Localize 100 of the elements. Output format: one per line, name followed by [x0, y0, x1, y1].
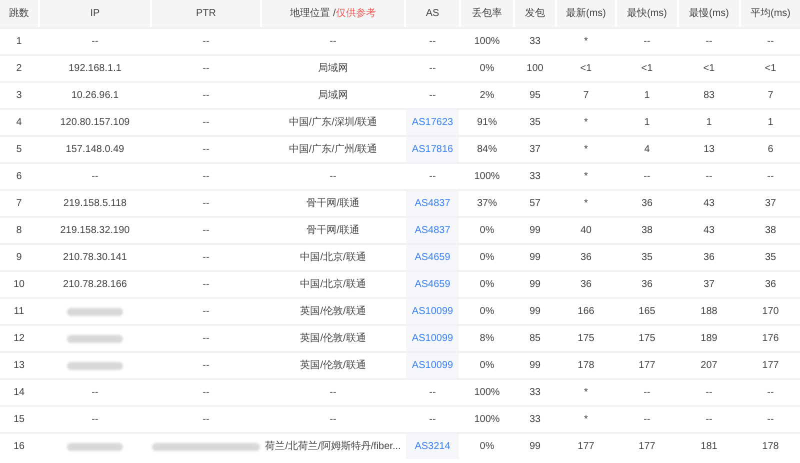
table-cell-text: 6 [15, 170, 23, 184]
table-cell-text: -- [328, 386, 338, 400]
table-cell-text: 0% [478, 251, 496, 265]
table-cell-text: 33 [528, 386, 542, 400]
table-cell-text: 176 [761, 332, 780, 346]
table-cell-text: 6 [766, 143, 774, 157]
table-cell-text: 100% [473, 170, 501, 184]
table-cell-text: 4 [643, 143, 651, 157]
table-cell-text: 0% [478, 62, 496, 76]
as-link[interactable]: AS10099 [406, 353, 459, 378]
as-link[interactable]: AS4659 [406, 272, 459, 297]
table-cell-text: 11 [12, 305, 26, 319]
table-cell-text: 16 [12, 440, 26, 454]
table-cell-text: -- [202, 143, 210, 157]
table-cell-text: 35 [640, 251, 654, 265]
table-cell-text: -- [642, 35, 652, 49]
table-cell-text: 100% [473, 386, 501, 400]
table-cell-text: 8% [478, 332, 496, 346]
table-cell-text: 36 [579, 251, 593, 265]
table-cell-text: -- [704, 170, 714, 184]
table-cell-text: -- [202, 224, 210, 238]
table-cell-text: 1 [766, 116, 774, 130]
as-link[interactable]: AS17623 [406, 110, 459, 135]
table-cell-text: 95 [528, 89, 542, 103]
table-cell-text: -- [428, 89, 437, 103]
table-cell-text: 83 [702, 89, 716, 103]
table-cell-text: 9 [15, 251, 23, 265]
table-cell-text: 7 [582, 89, 590, 103]
table-cell-text: 188 [700, 305, 718, 319]
table-cell-text: 178 [576, 359, 596, 373]
table-cell-text: 0% [478, 278, 496, 292]
table-cell-text: 15 [12, 413, 26, 427]
table-cell-text: 局域网 [317, 88, 349, 103]
table-cell-text: 165 [638, 305, 656, 319]
table-cell-text: 207 [700, 359, 718, 373]
table-cell-text: -- [90, 386, 100, 400]
table-cell-text: 38 [640, 224, 654, 238]
table-cell-text: 37 [702, 278, 716, 292]
table-cell-text: -- [766, 170, 775, 184]
table-cell-text: -- [428, 62, 437, 76]
table-cell-text: 178 [761, 440, 780, 454]
table-cell-text: 99 [528, 278, 542, 292]
table-cell-text: 99 [528, 440, 542, 454]
table-cell-text: 219.158.32.190 [59, 224, 131, 238]
as-link[interactable]: AS3214 [406, 434, 459, 459]
table-cell-text: * [583, 197, 589, 211]
table-cell-text: 0% [478, 359, 496, 373]
table-cell-text: 36 [764, 278, 778, 292]
table-cell-text: -- [428, 170, 437, 184]
table-cell-text: 2 [15, 62, 23, 76]
table-cell-text: -- [428, 35, 437, 49]
table-cell-text: -- [704, 386, 714, 400]
table-cell-text: * [583, 413, 589, 427]
table-cell-text: * [583, 35, 589, 49]
table-cell-text: -- [202, 359, 210, 373]
table-cell-text: * [583, 143, 589, 157]
as-link[interactable]: AS4837 [406, 218, 459, 243]
table-cell-text: -- [766, 35, 775, 49]
as-link[interactable]: AS10099 [406, 299, 459, 324]
table-cell-text: 219.158.5.118 [62, 197, 128, 211]
table-cell-text: 99 [528, 305, 542, 319]
table-cell-text: -- [766, 413, 775, 427]
table-cell-text: -- [202, 197, 210, 211]
table-cell-text: 35 [528, 116, 542, 130]
table-cell-text: -- [202, 251, 210, 265]
table-cell-text: 35 [764, 251, 778, 265]
table-cell-text: 43 [702, 197, 716, 211]
table-cell-text: 91% [476, 116, 498, 130]
table-cell-text: 骨干网/联通 [306, 224, 360, 238]
table-cell-text: 中国/北京/联通 [299, 278, 367, 292]
table-cell-text: 7 [15, 197, 23, 211]
table-cell-text: -- [202, 35, 210, 49]
table-cell-text: 177 [638, 440, 656, 454]
table-cell-text: 5 [15, 143, 23, 157]
table-cell-text: -- [642, 170, 652, 184]
column-header: 丢包率 [461, 0, 513, 27]
as-link[interactable]: AS4659 [406, 245, 459, 270]
table-cell-text: 1 [705, 116, 713, 130]
table-cell-text: 177 [576, 440, 596, 454]
table-cell-text: 33 [528, 170, 542, 184]
table-cell-text: 57 [528, 197, 542, 211]
column-header: PTR [152, 0, 260, 27]
as-link[interactable]: AS17816 [406, 137, 459, 162]
table-cell-text: 0% [478, 224, 496, 238]
table-cell-text: 181 [700, 440, 718, 454]
table-cell-text: -- [202, 278, 210, 292]
table-cell-text: <1 [640, 62, 654, 76]
table-cell-text: 13 [702, 143, 716, 157]
table-cell-text: -- [328, 170, 338, 184]
table-cell-text: -- [766, 386, 775, 400]
table-cell-text: 85 [528, 332, 542, 346]
table-cell-text: -- [202, 332, 210, 346]
table-cell-text: 38 [764, 224, 778, 238]
column-header: 最慢(ms) [679, 0, 739, 27]
table-cell-text: 英国/伦敦/联通 [299, 304, 367, 319]
table-cell-text: 100 [526, 62, 544, 76]
table-cell-text: -- [428, 386, 437, 400]
table-cell-text: -- [202, 386, 210, 400]
as-link[interactable]: AS4837 [406, 191, 459, 216]
as-link[interactable]: AS10099 [406, 326, 459, 351]
